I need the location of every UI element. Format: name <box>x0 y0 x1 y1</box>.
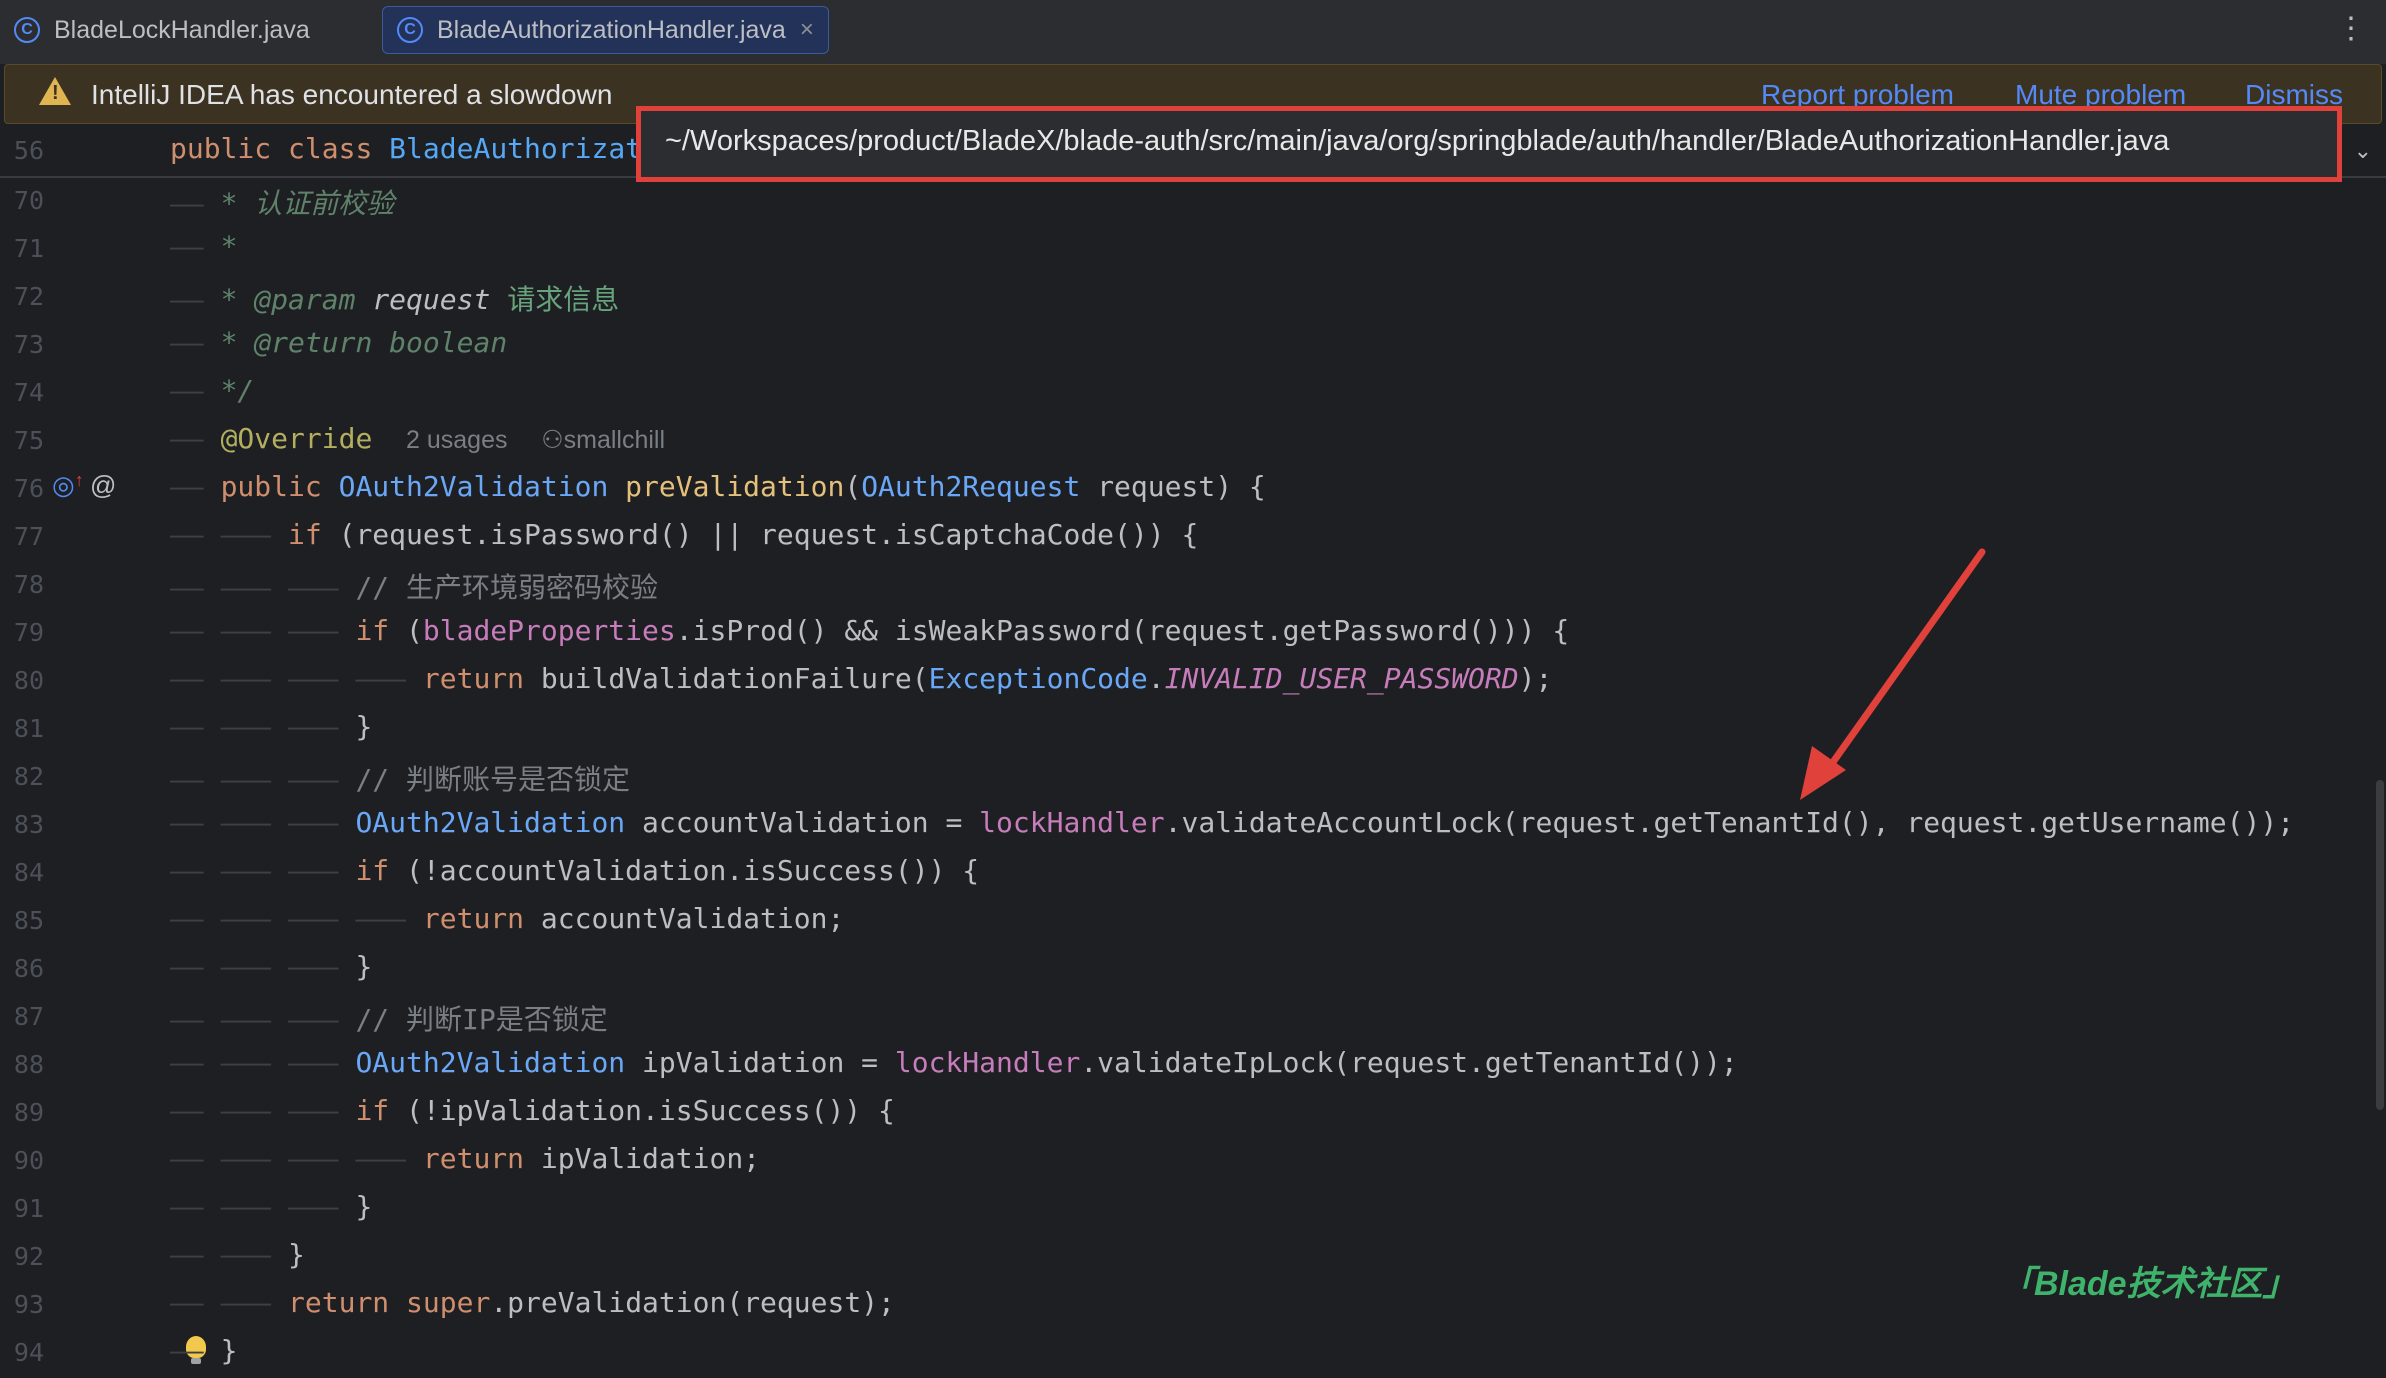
red-arrow-annotation <box>1800 548 1986 800</box>
file-path-text: ~/Workspaces/product/BladeX/blade-auth/s… <box>665 125 2170 157</box>
file-path-popup: ~/Workspaces/product/BladeX/blade-auth/s… <box>636 106 2342 182</box>
chevron-down-icon[interactable]: ⌄ <box>2354 138 2372 164</box>
